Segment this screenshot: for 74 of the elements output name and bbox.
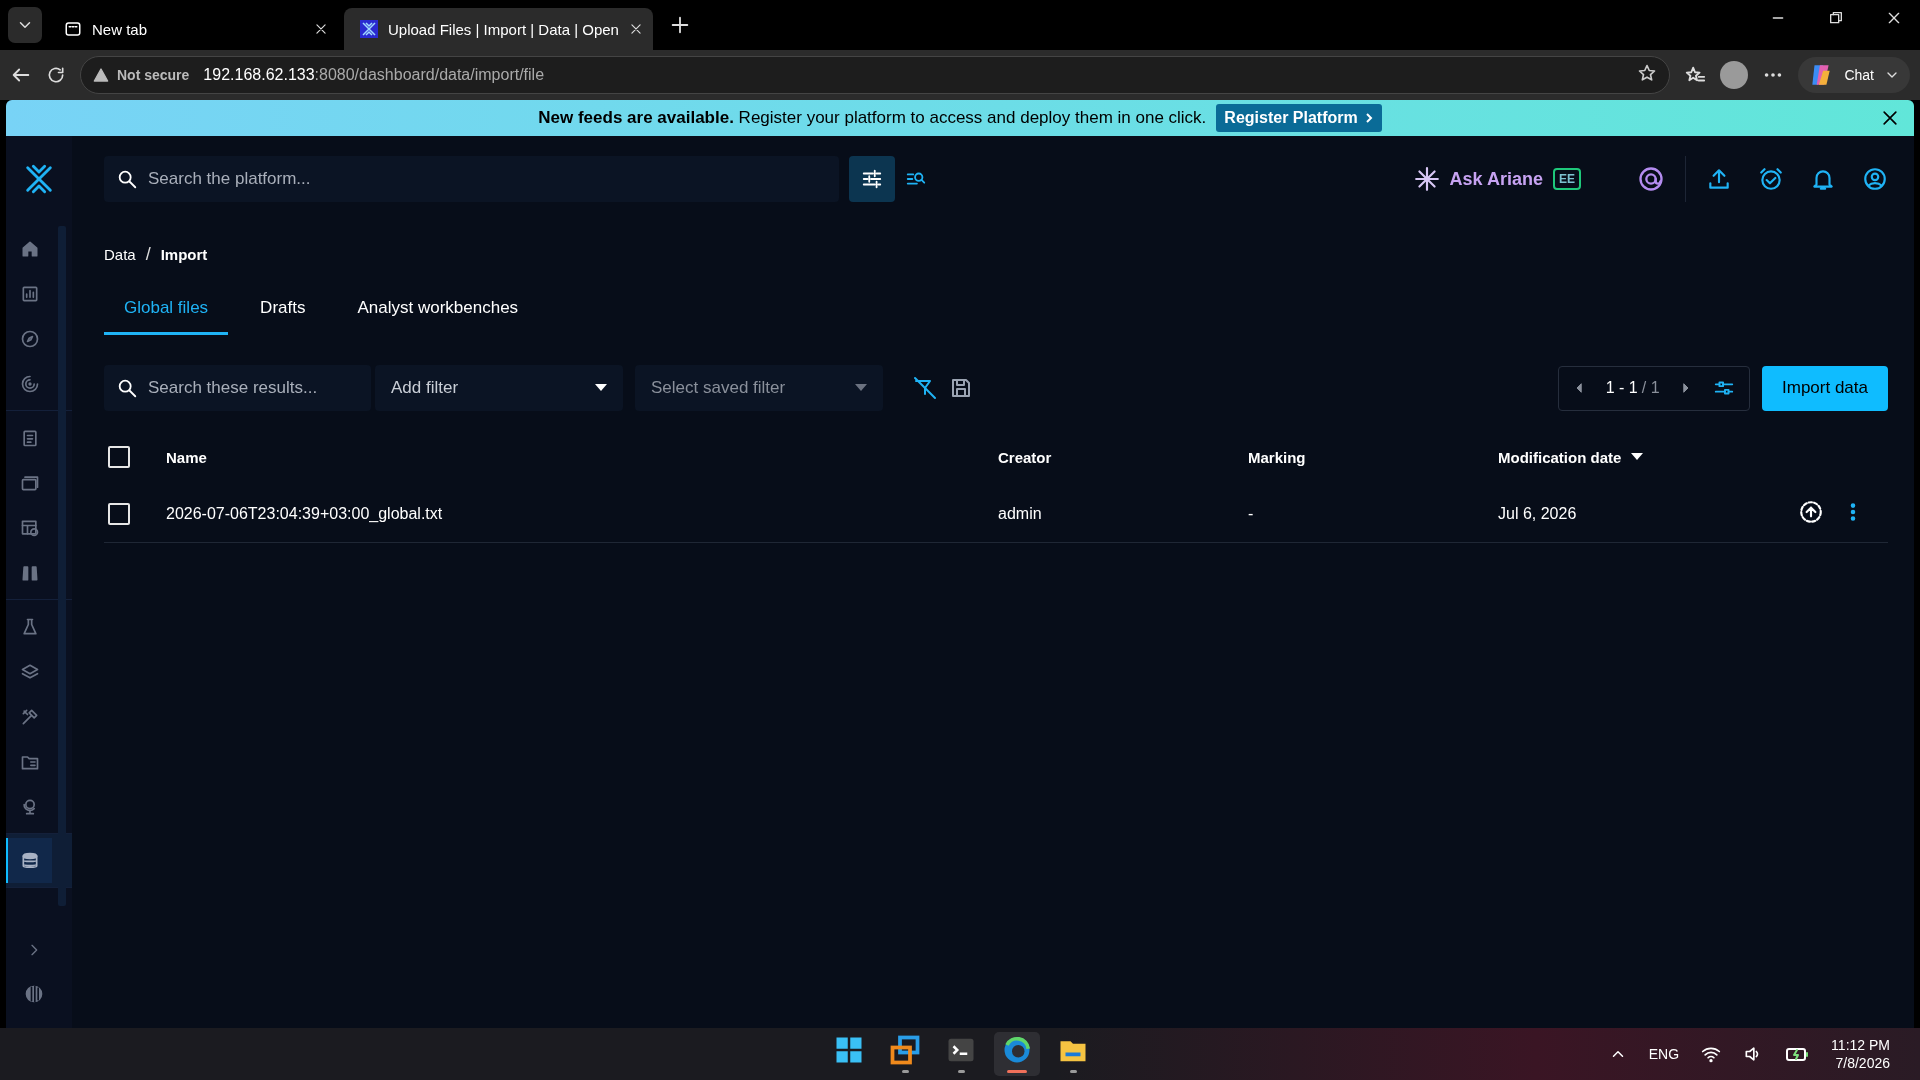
upload-circle-icon[interactable]	[1798, 498, 1824, 525]
radar-icon	[20, 373, 40, 394]
page-total: / 1	[1641, 379, 1660, 397]
alarm-check-icon[interactable]	[1758, 166, 1784, 192]
browser-tab[interactable]: New tab	[48, 8, 338, 50]
at-sign-icon[interactable]	[1637, 165, 1665, 193]
page-range: 1 - 1	[1605, 379, 1638, 397]
taskbar-app[interactable]	[994, 1032, 1040, 1076]
url-text: 192.168.62.133:8080/dashboard/data/import/file	[203, 66, 545, 84]
row-checkbox[interactable]	[108, 502, 130, 525]
table-cell: Jul 6, 2026	[1498, 504, 1577, 522]
chat-button[interactable]: Chat	[1798, 57, 1910, 93]
caret-down-icon	[595, 384, 607, 392]
table-cell: 2026-07-06T23:04:39+03:00_global.txt	[166, 504, 443, 522]
tools-icon	[20, 706, 40, 727]
restore-icon[interactable]	[1828, 10, 1844, 26]
banner-text: New feeds are available. Register your platform to access and deploy them in one click.	[538, 108, 1207, 128]
security-label: Not secure	[117, 67, 190, 83]
account-icon[interactable]	[1862, 166, 1888, 192]
reload-icon[interactable]	[46, 65, 66, 85]
overlapping-windows-icon	[890, 1035, 920, 1065]
table-cell: admin	[998, 504, 1042, 522]
star-icon[interactable]	[1637, 63, 1658, 83]
caret-down-icon	[855, 384, 867, 392]
tab-list-button[interactable]	[8, 7, 42, 43]
breadcrumb-current: Import	[160, 246, 208, 263]
browser-icon	[1002, 1035, 1032, 1065]
filter-dropdown[interactable]: Add filter	[375, 365, 623, 411]
sort-descending-icon[interactable]	[1631, 453, 1644, 461]
clear-filter-icon[interactable]	[913, 376, 937, 400]
sidebar-item[interactable]	[6, 838, 52, 883]
register-button[interactable]: Register Platform	[1216, 104, 1382, 132]
table-cell: -	[1248, 504, 1254, 522]
ask-assistant-button[interactable]: Ask Ariane EE	[1407, 165, 1587, 193]
tab-page-icon	[64, 20, 82, 38]
close-icon[interactable]	[1880, 108, 1900, 128]
flask-icon	[20, 616, 40, 637]
upload-icon[interactable]	[1706, 166, 1732, 192]
profile-avatar[interactable]	[1720, 61, 1749, 89]
tab[interactable]: Global files	[104, 287, 229, 335]
chevron-right-icon	[1363, 112, 1374, 124]
clock-time[interactable]: 11:12 PM	[1831, 1037, 1890, 1053]
tab[interactable]: Analyst workbenches	[337, 287, 539, 335]
language-indicator[interactable]: ENG	[1648, 1046, 1680, 1062]
import-data-button[interactable]: Import data	[1762, 365, 1888, 411]
save-icon[interactable]	[949, 376, 973, 400]
windows-start-icon	[834, 1035, 864, 1065]
sparkle-icon	[1413, 166, 1440, 192]
app-logo-icon	[360, 20, 378, 38]
breadcrumb-separator: /	[145, 244, 151, 265]
sliders-icon	[861, 168, 883, 190]
column-header[interactable]: Creator	[998, 448, 1052, 466]
warning-icon	[93, 67, 109, 83]
close-icon[interactable]	[314, 22, 328, 36]
database-icon	[20, 850, 40, 871]
search-icon	[116, 168, 138, 190]
clock-date[interactable]: 7/8/2026	[1835, 1055, 1890, 1071]
column-header[interactable]: Name	[166, 448, 207, 466]
breadcrumb-link[interactable]: Data	[104, 246, 136, 263]
address-bar[interactable]: Not secure 192.168.62.133:8080/dashboard/data/import/file	[80, 56, 1671, 94]
select-all-checkbox[interactable]	[108, 446, 130, 468]
search-field[interactable]: Search the platform...	[104, 156, 839, 202]
compass-icon	[20, 328, 40, 349]
scrollbar[interactable]	[58, 226, 66, 906]
filter-settings-button[interactable]	[849, 156, 895, 202]
tab[interactable]: Drafts	[240, 287, 326, 335]
search-icon	[116, 377, 138, 399]
close-icon[interactable]	[1886, 10, 1902, 26]
edition-badge: EE	[1553, 168, 1581, 190]
column-header[interactable]: Marking	[1248, 448, 1306, 466]
column-header[interactable]: Modification date	[1498, 448, 1622, 466]
browser-tab[interactable]: Upload Files | Import | Data | Open	[344, 8, 653, 50]
close-icon[interactable]	[628, 22, 643, 36]
results-search-field[interactable]: Search these results...	[104, 365, 371, 411]
